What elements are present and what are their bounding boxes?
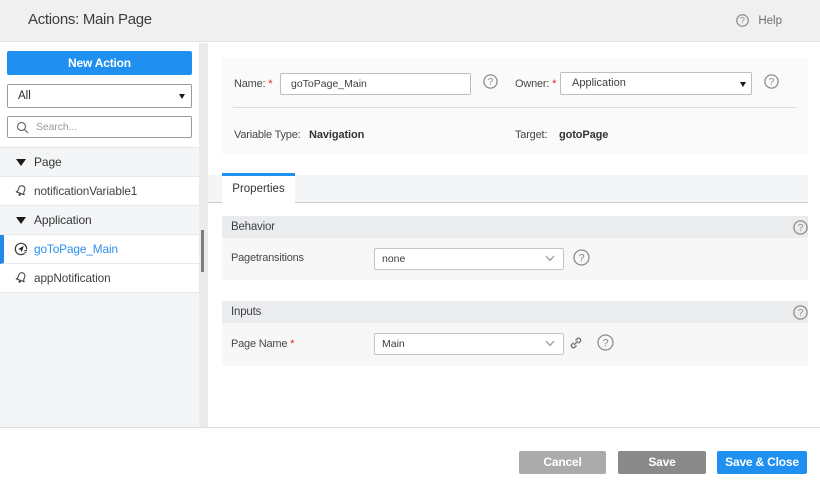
svg-text:?: ? bbox=[488, 77, 494, 88]
svg-text:?: ? bbox=[798, 223, 804, 234]
svg-text:?: ? bbox=[740, 16, 745, 26]
svg-text:?: ? bbox=[578, 252, 584, 264]
svg-text:?: ? bbox=[602, 337, 608, 349]
svg-text:?: ? bbox=[798, 308, 804, 319]
svg-text:?: ? bbox=[769, 77, 775, 88]
